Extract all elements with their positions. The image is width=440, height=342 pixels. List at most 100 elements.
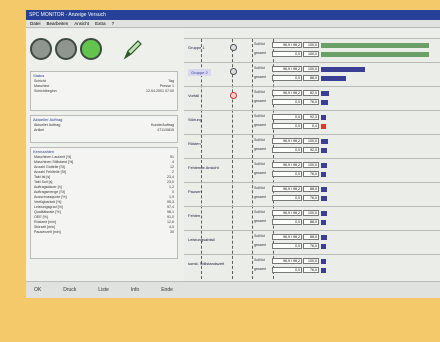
value-field: 96,9 / 98,2 — [272, 90, 302, 96]
value-field: 0,0 — [272, 147, 302, 153]
row-separator — [184, 182, 440, 183]
value-field: 0,0 — [272, 243, 302, 249]
progress-bar — [321, 51, 429, 57]
percent-field: 76,0 — [303, 171, 319, 177]
bottom-button-4[interactable]: Ende — [161, 287, 173, 293]
menu-item-3[interactable]: Extra — [95, 20, 106, 27]
sub-label: Soll/Ist — [254, 90, 265, 94]
kv-row: Artikel 4711/0815 — [31, 128, 177, 133]
progress-bar — [321, 147, 327, 153]
progress-bar — [321, 171, 326, 177]
progress-bar — [321, 243, 326, 249]
value-field: 96,9 / 98,2 — [272, 234, 302, 240]
order-title: Aktueller Auftrag — [33, 117, 63, 122]
percent-field: 88,0 — [303, 75, 319, 81]
sub-label: gesamt — [254, 219, 266, 223]
kv-value: 30 — [170, 230, 174, 234]
sub-label: gesamt — [254, 171, 266, 175]
sub-label: gesamt — [254, 147, 266, 151]
value-field: 96,9 / 98,2 — [272, 42, 302, 48]
row-label[interactable]: Fehlen — [188, 213, 200, 218]
row-label[interactable]: Leistungsabfall — [188, 237, 215, 242]
window-title: SPC MONITOR - Anzeige Versuch — [26, 10, 440, 20]
progress-bar — [321, 138, 328, 144]
row-label[interactable]: Rüsten — [188, 141, 201, 146]
row-separator — [184, 110, 440, 111]
row-label[interactable]: Störung — [188, 117, 202, 122]
pen-icon[interactable] — [121, 37, 145, 61]
row-separator — [184, 86, 440, 87]
value-field: 96,9 / 98,2 — [272, 210, 302, 216]
sub-label: Soll/Ist — [254, 114, 265, 118]
sub-label: Soll/Ist — [254, 138, 265, 142]
sub-label: Soll/Ist — [254, 258, 265, 262]
alert-icon[interactable] — [230, 92, 237, 99]
percent-field: 100,0 — [303, 162, 319, 168]
percent-field: 100,0 — [303, 210, 319, 216]
progress-bar — [321, 42, 429, 48]
progress-bar — [321, 99, 328, 105]
menu-bar: Datei Bearbeiten Ansicht Extra? — [26, 20, 440, 28]
bottom-button-2[interactable]: Liste — [98, 287, 109, 293]
menu-item-0[interactable]: Datei — [30, 20, 41, 27]
progress-bar — [321, 267, 326, 273]
row-label[interactable]: Fehlende Ansicht — [188, 165, 219, 170]
status-light-3[interactable] — [80, 38, 102, 60]
percent-field: 76,0 — [303, 243, 319, 249]
row-separator — [184, 134, 440, 135]
row-separator — [184, 206, 440, 207]
progress-bar — [321, 186, 327, 192]
percent-field: 76,0 — [303, 267, 319, 273]
percent-field: 88,0 — [303, 219, 319, 225]
row-label[interactable]: Gruppe 2 — [188, 69, 211, 76]
progress-bar — [321, 66, 365, 72]
sub-label: Soll/Ist — [254, 162, 265, 166]
row-label[interactable]: Gruppe 1 — [188, 45, 205, 50]
percent-field: 100,0 — [303, 258, 319, 264]
bottom-button-0[interactable]: OK — [34, 287, 41, 293]
bottom-button-1[interactable]: Druck — [63, 287, 76, 293]
progress-bar — [321, 90, 329, 96]
sub-label: Soll/Ist — [254, 42, 265, 46]
kv-value: 12.04.2001 07:00 — [146, 89, 174, 93]
kv-row: Schichtbeginn 12.04.2001 07:00 — [31, 89, 177, 94]
kv-label: Artikel — [34, 128, 44, 132]
row-label[interactable]: sonst. Stillstandszeit — [188, 261, 224, 266]
value-field: 96,9 / 98,2 — [272, 162, 302, 168]
info-icon[interactable] — [230, 44, 237, 51]
sub-label: gesamt — [254, 267, 266, 271]
percent-field: 76,0 — [303, 195, 319, 201]
sub-label: gesamt — [254, 99, 266, 103]
sub-label: gesamt — [254, 195, 266, 199]
value-field: 96,9 / 98,2 — [272, 66, 302, 72]
progress-bar — [321, 210, 327, 216]
status-light-2[interactable] — [55, 38, 77, 60]
value-field: 0,0 — [272, 219, 302, 225]
menu-item-1[interactable]: Bearbeiten — [47, 20, 69, 27]
chart-panel: Gruppe 1 Soll/Ist 96,9 / 98,2 100,0 gesamt 0,… — [184, 29, 440, 286]
bottom-button-3[interactable]: Info — [131, 287, 139, 293]
progress-bar — [321, 234, 327, 240]
sub-label: Soll/Ist — [254, 186, 265, 190]
info-icon[interactable] — [230, 68, 237, 75]
row-label[interactable]: Vorfall — [188, 93, 199, 98]
kv-row: Pausenzeit [min] 30 — [31, 230, 177, 235]
menu-item-4[interactable]: ? — [112, 20, 115, 27]
kv-label: Pausenzeit [min] — [34, 230, 61, 234]
kv-label: Schichtbeginn — [34, 89, 57, 93]
value-field: 0,0 — [272, 75, 302, 81]
percent-field: 76,0 — [303, 99, 319, 105]
grid-line — [232, 39, 233, 279]
sub-label: gesamt — [254, 75, 266, 79]
value-field: 96,9 / 98,2 — [272, 186, 302, 192]
value-field: 0,0 — [272, 171, 302, 177]
menu-item-2[interactable]: Ansicht — [74, 20, 89, 27]
value-field: 0,0 — [272, 114, 302, 120]
value-field: 0,0 — [272, 99, 302, 105]
row-label[interactable]: Pausen — [188, 189, 202, 194]
progress-bar — [321, 114, 326, 120]
status-light-1[interactable] — [30, 38, 52, 60]
percent-field: 92,0 — [303, 147, 319, 153]
kpi-box: Kennzahlen Maschinen Laufzeit [%] 91 Masch… — [30, 147, 178, 259]
order-box: Aktueller Auftrag Aktueller Auftrag Kunde… — [30, 115, 178, 143]
